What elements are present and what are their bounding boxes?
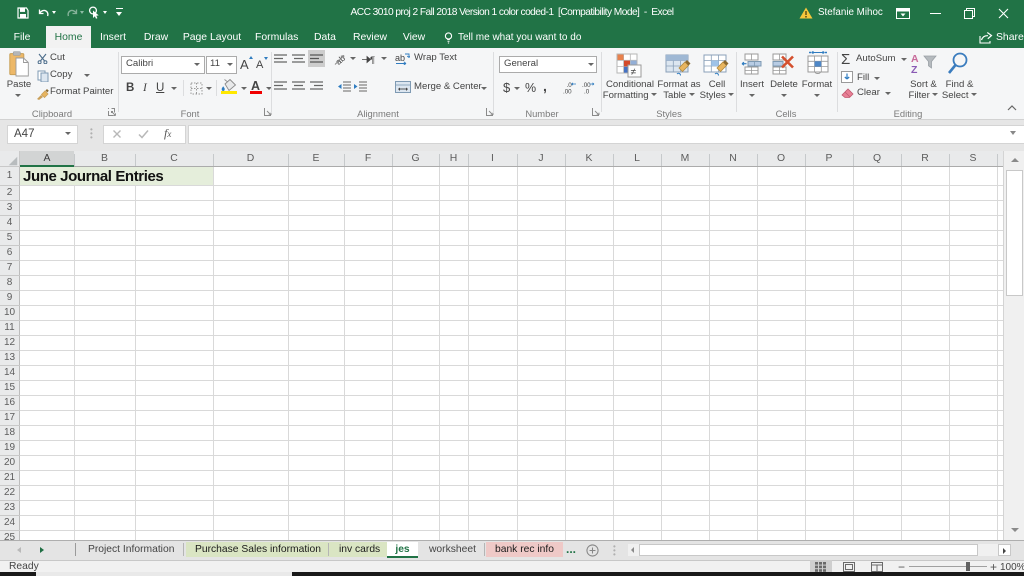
svg-text:Z: Z <box>911 64 918 76</box>
svg-text:≠: ≠ <box>631 67 637 78</box>
svg-text:ab: ab <box>395 53 405 63</box>
svg-text:.0: .0 <box>584 89 590 95</box>
svg-text:¶: ¶ <box>370 55 375 65</box>
svg-text:.00: .00 <box>563 89 572 95</box>
